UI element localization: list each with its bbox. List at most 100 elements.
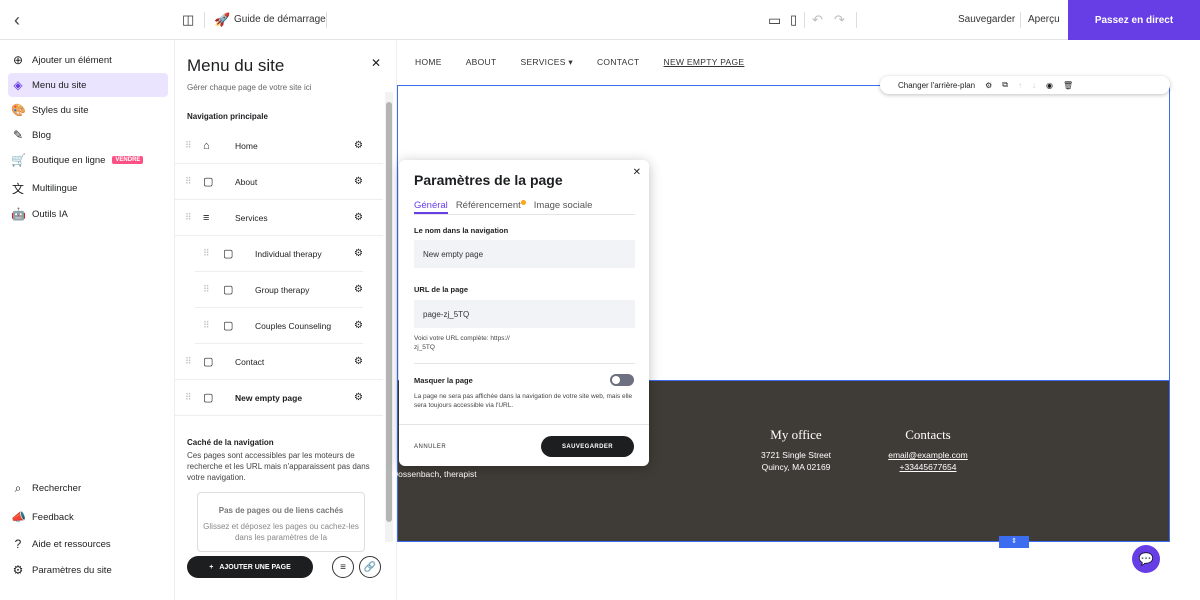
change-background-button[interactable]: Changer l'arrière-plan	[898, 81, 975, 90]
page-settings-modal: Paramètres de la page ✕ Général Référenc…	[399, 160, 649, 466]
mobile-icon[interactable]: ▯	[790, 12, 797, 28]
preview-link[interactable]: Aperçu	[1028, 14, 1060, 25]
gear-icon[interactable]: ⚙	[985, 81, 992, 90]
nav-about[interactable]: ABOUT	[466, 57, 497, 68]
gear-icon[interactable]: ⚙	[354, 140, 363, 151]
back-icon[interactable]: ‹	[14, 10, 20, 31]
sidebar-toggle-icon[interactable]: ◫	[182, 12, 194, 28]
gear-icon[interactable]: ⚙	[354, 176, 363, 187]
nav-new-empty-page[interactable]: NEW EMPTY PAGE	[664, 57, 745, 68]
page-row-group[interactable]: ⠿ ▢ Group therapy ⚙	[195, 272, 363, 308]
sidebar-item-add[interactable]: ⊕ Ajouter un élément	[8, 48, 168, 72]
add-link-icon[interactable]: 🔗	[359, 556, 381, 578]
close-icon[interactable]: ✕	[371, 56, 381, 70]
phone-link[interactable]: +33445677654	[873, 461, 983, 473]
scrollbar-thumb[interactable]	[386, 102, 392, 522]
tab-seo-label: Référencement	[455, 200, 521, 211]
page-row-home[interactable]: ⠿ ⌂ Home ⚙	[175, 128, 383, 164]
page-row-contact[interactable]: ⠿ ▢ Contact ⚙	[175, 344, 383, 380]
add-dropdown-icon[interactable]: ≡	[332, 556, 354, 578]
desktop-icon[interactable]: ▭	[768, 12, 781, 29]
divider	[804, 12, 805, 28]
hide-page-toggle[interactable]	[610, 374, 634, 386]
url-note: Voici votre URL complète: https:// zj_5T…	[414, 335, 510, 351]
cancel-button[interactable]: ANNULER	[414, 444, 446, 450]
tab-general[interactable]: Général	[414, 200, 448, 214]
sidebar-item-label: Blog	[32, 129, 52, 141]
gear-icon[interactable]: ⚙	[354, 248, 363, 259]
sidebar-item-styles[interactable]: 🎨 Styles du site	[8, 98, 168, 122]
page-row-about[interactable]: ⠿ ▢ About ⚙	[175, 164, 383, 200]
edit-icon: ✎	[12, 128, 24, 142]
gear-icon: ⚙	[12, 563, 24, 577]
sidebar-item-label: Paramètres du site	[32, 564, 112, 576]
page-row-couples[interactable]: ⠿ ▢ Couples Counseling ⚙	[195, 308, 363, 344]
sidebar-item-multilingual[interactable]: 文 Multilingue	[8, 176, 168, 200]
add-page-button[interactable]: + AJOUTER UNE PAGE	[187, 556, 313, 578]
sidebar-item-label: Aide et ressources	[32, 538, 111, 550]
sidebar-item-store[interactable]: 🛒 Boutique en ligne VENDRE	[8, 148, 168, 172]
nav-name-input[interactable]: New empty page	[414, 240, 635, 268]
page-icon: ▢	[223, 284, 234, 296]
url-input[interactable]: page-zj_5TQ	[414, 300, 635, 328]
page-row-new-empty[interactable]: ⠿ ▢ New empty page ⚙	[175, 380, 383, 416]
tab-seo[interactable]: Référencement	[456, 200, 526, 214]
sidebar-item-settings[interactable]: ⚙ Paramètres du site	[8, 558, 168, 582]
sidebar-item-label: Styles du site	[32, 104, 89, 116]
page-row-individual[interactable]: ⠿ ▢ Individual therapy ⚙	[195, 236, 363, 272]
gear-icon[interactable]: ⚙	[354, 212, 363, 223]
duplicate-icon[interactable]: ⧉	[1002, 80, 1008, 90]
drag-handle-icon[interactable]: ⠿	[185, 392, 192, 403]
drag-handle-icon[interactable]: ⠿	[203, 320, 210, 331]
drag-handle-icon[interactable]: ⠿	[185, 176, 192, 187]
redo-icon[interactable]: ↷	[834, 12, 845, 28]
sidebar-item-help[interactable]: ? Aide et ressources	[8, 532, 168, 556]
sidebar-item-menu[interactable]: ◈ Menu du site	[8, 73, 168, 97]
drag-handle-icon[interactable]: ⠿	[185, 356, 192, 367]
page-row-services[interactable]: ⠿ ≡ Services ⚙	[175, 200, 383, 236]
hidden-pages-dropzone[interactable]: Pas de pages ou de liens cachés Glissez …	[197, 492, 365, 552]
robot-icon: 🤖	[11, 207, 26, 221]
office-column: My office 3721 Single Street Quincy, MA …	[748, 428, 844, 473]
nav-services-label: SERVICES	[520, 57, 566, 67]
sidebar-item-feedback[interactable]: 📣 Feedback	[8, 505, 168, 529]
gear-icon[interactable]: ⚙	[354, 356, 363, 367]
go-live-button[interactable]: Passez en direct	[1068, 0, 1200, 40]
email-link[interactable]: email@example.com	[873, 449, 983, 461]
close-icon[interactable]: ✕	[633, 167, 641, 178]
undo-icon[interactable]: ↶	[812, 12, 823, 28]
tab-social-image[interactable]: Image sociale	[534, 200, 593, 214]
office-line2: Quincy, MA 02169	[761, 462, 831, 472]
guide-link[interactable]: Guide de démarrage	[234, 14, 326, 25]
chat-icon[interactable]: 💬	[1132, 545, 1160, 573]
gear-icon[interactable]: ⚙	[354, 320, 363, 331]
nav-services[interactable]: SERVICES ▾	[520, 57, 572, 68]
arrow-up-icon[interactable]: ↑	[1018, 81, 1022, 90]
trash-icon[interactable]: 🗑	[1063, 81, 1073, 90]
notification-dot	[520, 200, 526, 205]
gear-icon[interactable]: ⚙	[354, 392, 363, 403]
megaphone-icon: 📣	[11, 510, 26, 524]
nav-home[interactable]: HOME	[415, 57, 442, 68]
arrow-down-icon[interactable]: ↓	[1032, 81, 1036, 90]
drag-handle-icon[interactable]: ⠿	[185, 212, 192, 223]
eye-icon[interactable]: ◉	[1046, 81, 1053, 90]
page-icon: ▢	[223, 248, 234, 260]
drag-handle-icon[interactable]: ⠿	[185, 140, 192, 151]
save-button[interactable]: SAUVEGARDER	[541, 436, 634, 457]
sidebar-item-blog[interactable]: ✎ Blog	[8, 123, 168, 147]
home-icon: ⌂	[203, 139, 210, 152]
hidden-nav-heading: Caché de la navigation	[187, 438, 274, 447]
drag-handle-icon[interactable]: ⠿	[203, 284, 210, 295]
sidebar-item-ai[interactable]: 🤖 Outils IA	[8, 202, 168, 226]
panel-subtitle: Gérer chaque page de votre site ici	[187, 83, 312, 92]
save-link[interactable]: Sauvegarder	[958, 14, 1015, 25]
divider	[414, 214, 635, 215]
sidebar-item-search[interactable]: ⌕ Rechercher	[8, 476, 168, 500]
nav-contact[interactable]: CONTACT	[597, 57, 640, 68]
divider	[414, 363, 635, 364]
gear-icon[interactable]: ⚙	[354, 284, 363, 295]
resize-handle-icon[interactable]: ⇕	[999, 536, 1029, 548]
sidebar-item-label: Boutique en ligne	[32, 154, 106, 166]
drag-handle-icon[interactable]: ⠿	[203, 248, 210, 259]
